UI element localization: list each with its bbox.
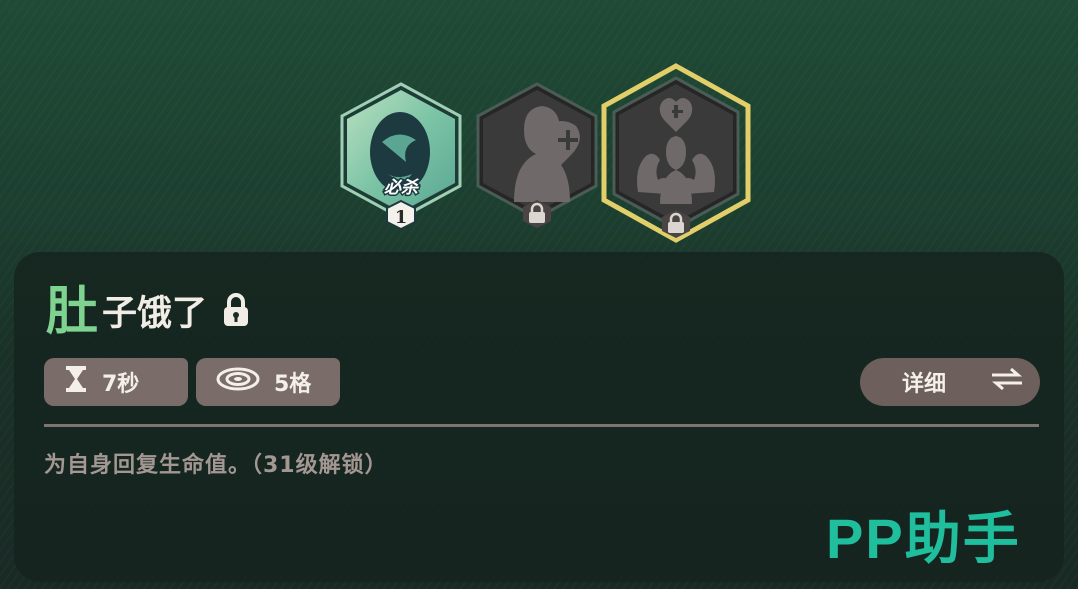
skill-title-rest: 子饿了 — [102, 293, 208, 334]
detail-button[interactable]: 详细 — [860, 358, 1040, 406]
lock-icon — [221, 292, 251, 332]
cooldown-stat: 7秒 — [44, 358, 188, 406]
divider — [44, 424, 1039, 427]
skill-level-badge: 1 — [395, 207, 408, 228]
skill-title-initial: 肚 — [46, 281, 99, 342]
skill-slot-2[interactable] — [474, 82, 600, 232]
skill-slot-1[interactable]: 必杀 1 — [338, 82, 464, 232]
skill-description: 为自身回复生命值。（31级解锁） — [44, 453, 388, 478]
range-stat: 5格 — [196, 358, 340, 406]
range-value: 5格 — [274, 372, 312, 397]
detail-button-label: 详细 — [902, 372, 947, 397]
range-target-icon — [216, 367, 260, 397]
cooldown-value: 7秒 — [102, 372, 140, 397]
skill-slot-3-selected[interactable] — [598, 62, 754, 252]
watermark-logo: PP助手 — [826, 507, 1021, 570]
swap-arrows-icon — [990, 367, 1024, 397]
ultimate-label: 必杀 — [384, 178, 419, 198]
skill-title: 肚 子饿了 — [46, 272, 251, 342]
hourglass-icon — [64, 366, 88, 398]
